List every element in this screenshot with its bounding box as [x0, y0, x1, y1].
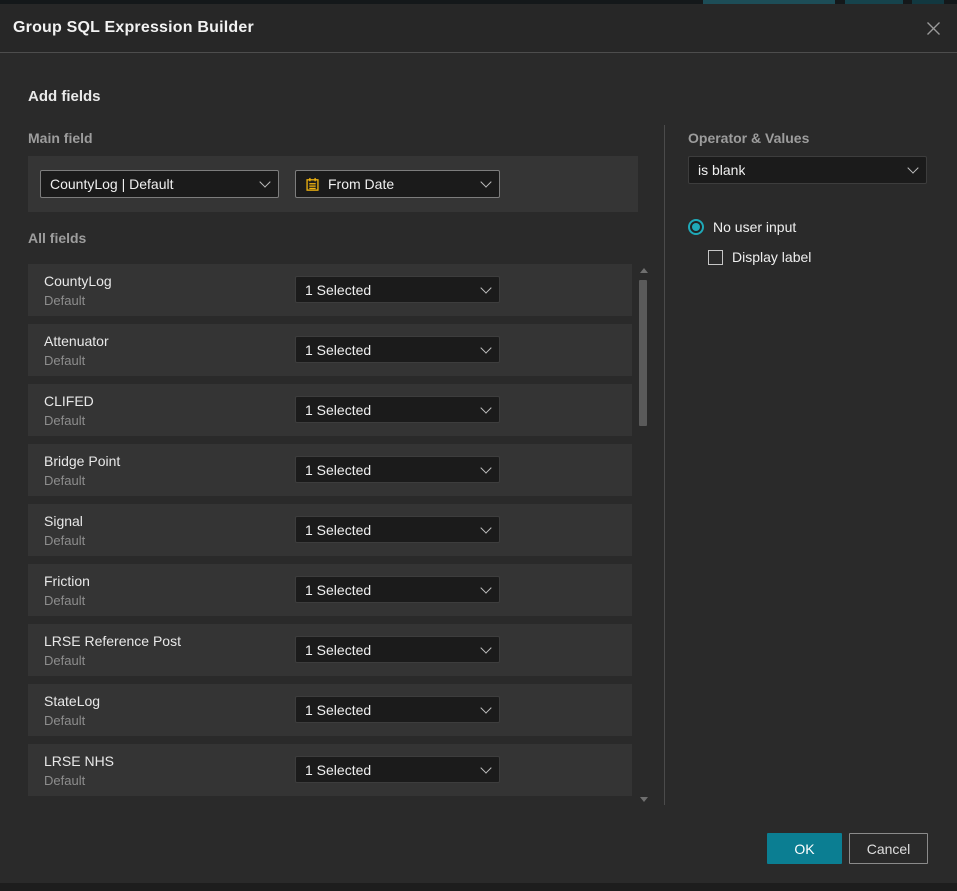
field-name: Attenuator — [44, 333, 109, 349]
all-fields-label: All fields — [28, 230, 86, 246]
field-selection-dropdown-label: 1 Selected — [305, 402, 371, 418]
radio-selected-icon — [688, 219, 704, 235]
scrollbar-thumb[interactable] — [639, 280, 647, 426]
field-sublabel: Default — [44, 413, 85, 428]
field-row: StateLog Default 1 Selected — [28, 684, 632, 736]
operator-select[interactable]: is blank — [688, 156, 927, 184]
field-name: StateLog — [44, 693, 100, 709]
field-row: Bridge Point Default 1 Selected — [28, 444, 632, 496]
field-selection-dropdown-label: 1 Selected — [305, 462, 371, 478]
field-row: Attenuator Default 1 Selected — [28, 324, 632, 376]
field-selection-dropdown[interactable]: 1 Selected — [295, 336, 500, 363]
field-selection-dropdown-label: 1 Selected — [305, 642, 371, 658]
field-selection-dropdown-label: 1 Selected — [305, 582, 371, 598]
dialog-header: Group SQL Expression Builder — [0, 4, 957, 53]
screen: Group SQL Expression Builder Add fields … — [0, 0, 957, 891]
field-name: Friction — [44, 573, 90, 589]
field-name: Bridge Point — [44, 453, 120, 469]
field-selection-dropdown[interactable]: 1 Selected — [295, 756, 500, 783]
main-field-select[interactable]: From Date — [295, 170, 500, 198]
field-sublabel: Default — [44, 473, 85, 488]
chevron-down-icon — [480, 176, 491, 187]
field-name: LRSE NHS — [44, 753, 114, 769]
calendar-icon — [305, 177, 320, 192]
field-row: LRSE NHS Default 1 Selected — [28, 744, 632, 796]
chevron-down-icon — [480, 522, 491, 533]
field-selection-dropdown[interactable]: 1 Selected — [295, 276, 500, 303]
field-selection-dropdown-label: 1 Selected — [305, 522, 371, 538]
main-field-select-value: From Date — [328, 176, 394, 192]
field-selection-dropdown-label: 1 Selected — [305, 282, 371, 298]
dialog-title: Group SQL Expression Builder — [13, 19, 254, 37]
operator-values-label: Operator & Values — [688, 130, 809, 146]
main-layer-select-value: CountyLog | Default — [50, 176, 174, 192]
scroll-up-icon[interactable] — [640, 268, 648, 273]
field-row: CountyLog Default 1 Selected — [28, 264, 632, 316]
field-name: Signal — [44, 513, 83, 529]
display-label-label: Display label — [732, 249, 811, 265]
field-selection-dropdown[interactable]: 1 Selected — [295, 576, 500, 603]
fields-list-scrollbar[interactable] — [638, 264, 649, 806]
main-field-label: Main field — [28, 130, 93, 146]
field-selection-dropdown-label: 1 Selected — [305, 762, 371, 778]
field-selection-dropdown[interactable]: 1 Selected — [295, 396, 500, 423]
field-sublabel: Default — [44, 773, 85, 788]
scroll-down-icon[interactable] — [640, 797, 648, 802]
checkbox-unchecked-icon — [708, 250, 723, 265]
field-row: Signal Default 1 Selected — [28, 504, 632, 556]
chevron-down-icon — [480, 762, 491, 773]
field-name: CLIFED — [44, 393, 94, 409]
chevron-down-icon — [480, 702, 491, 713]
field-row: CLIFED Default 1 Selected — [28, 384, 632, 436]
group-sql-expression-builder-dialog: Group SQL Expression Builder Add fields … — [0, 4, 957, 883]
chevron-down-icon — [259, 176, 270, 187]
field-name: CountyLog — [44, 273, 112, 289]
field-selection-dropdown[interactable]: 1 Selected — [295, 636, 500, 663]
field-sublabel: Default — [44, 533, 85, 548]
chevron-down-icon — [480, 282, 491, 293]
close-icon[interactable] — [923, 18, 943, 38]
chevron-down-icon — [480, 642, 491, 653]
field-selection-dropdown[interactable]: 1 Selected — [295, 696, 500, 723]
field-sublabel: Default — [44, 293, 85, 308]
no-user-input-radio[interactable]: No user input — [688, 219, 796, 235]
panel-divider — [664, 125, 665, 805]
field-selection-dropdown-label: 1 Selected — [305, 342, 371, 358]
field-sublabel: Default — [44, 353, 85, 368]
field-sublabel: Default — [44, 653, 85, 668]
display-label-checkbox[interactable]: Display label — [708, 249, 811, 265]
field-row: Friction Default 1 Selected — [28, 564, 632, 616]
main-layer-select[interactable]: CountyLog | Default — [40, 170, 279, 198]
add-fields-heading: Add fields — [28, 88, 101, 105]
field-selection-dropdown[interactable]: 1 Selected — [295, 456, 500, 483]
all-fields-list: CountyLog Default 1 Selected Attenuator … — [28, 264, 632, 804]
chevron-down-icon — [480, 342, 491, 353]
chevron-down-icon — [480, 462, 491, 473]
field-selection-dropdown-label: 1 Selected — [305, 702, 371, 718]
chevron-down-icon — [907, 162, 918, 173]
field-sublabel: Default — [44, 713, 85, 728]
ok-button[interactable]: OK — [767, 833, 842, 864]
operator-select-value: is blank — [698, 162, 745, 178]
field-row: LRSE Reference Post Default 1 Selected — [28, 624, 632, 676]
field-sublabel: Default — [44, 593, 85, 608]
chevron-down-icon — [480, 402, 491, 413]
chevron-down-icon — [480, 582, 491, 593]
background-bottom-strip — [0, 883, 957, 891]
cancel-button[interactable]: Cancel — [849, 833, 928, 864]
main-field-panel: CountyLog | Default — [28, 156, 638, 212]
field-selection-dropdown[interactable]: 1 Selected — [295, 516, 500, 543]
field-name: LRSE Reference Post — [44, 633, 181, 649]
no-user-input-label: No user input — [713, 219, 796, 235]
